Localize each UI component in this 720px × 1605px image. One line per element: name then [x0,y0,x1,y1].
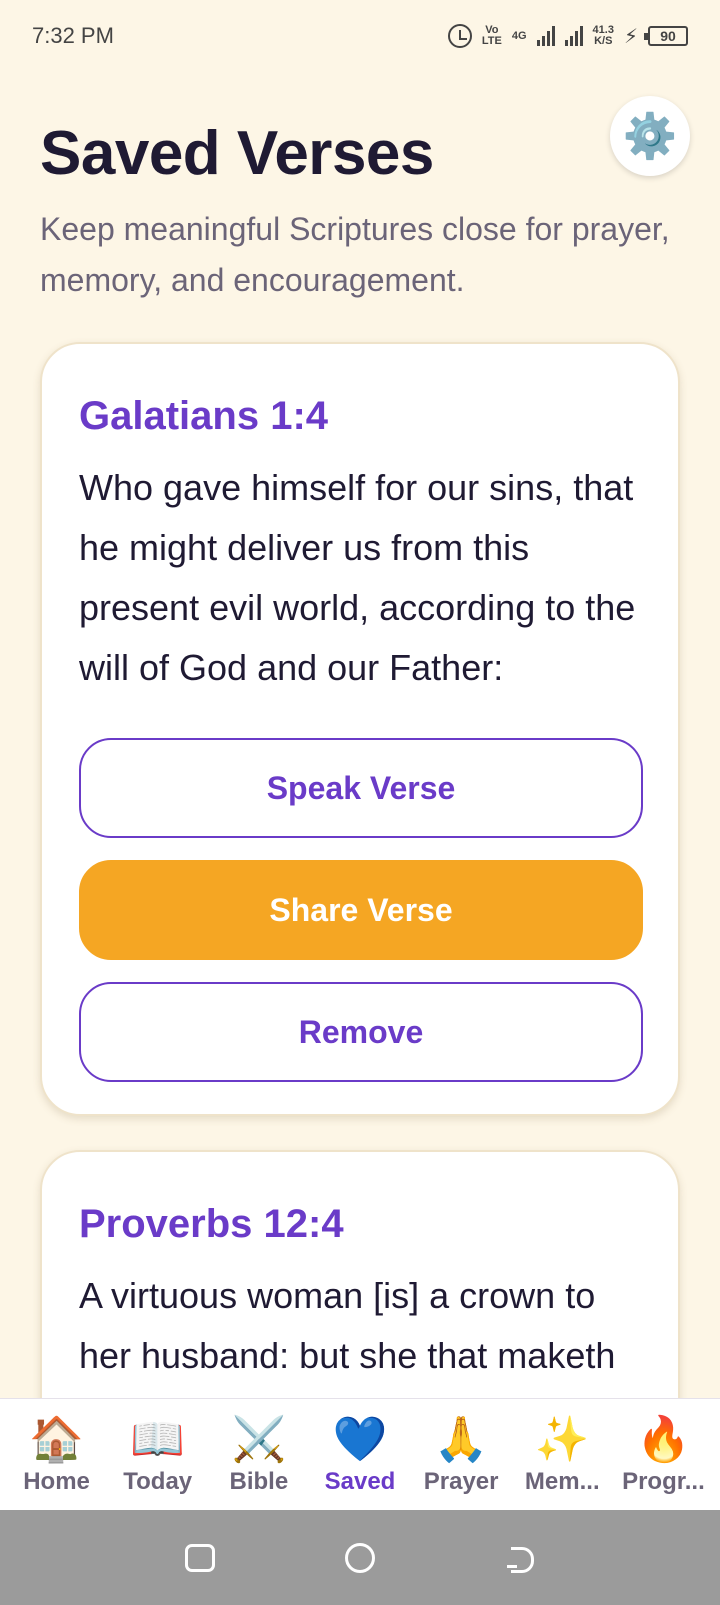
sparkles-icon: ✨ [534,1414,590,1464]
network-4g-icon: 4G [511,29,527,42]
nav-label: Mem... [524,1467,600,1495]
net-speed: 41.3 K/S [593,25,614,47]
nav-label: Bible [229,1467,289,1495]
remove-button[interactable]: Remove [79,982,643,1082]
verse-card: Galatians 1:4 Who gave himself for our s… [40,342,680,1116]
nav-label: Prayer [423,1467,499,1495]
heart-icon: 💙 [332,1414,388,1464]
nav-label: Progr... [622,1467,705,1495]
home-circle-icon[interactable] [345,1542,375,1573]
back-icon[interactable] [505,1543,535,1573]
status-icons: Vo LTE 4G 41.3 K/S ⚡ 90 [447,24,688,49]
bottom-nav: 🏠 Home 📖 Today ⚔️ Bible 💙 Saved 🙏 Prayer… [0,1398,720,1510]
battery-icon: 90 [644,26,688,46]
verse-text: A virtuous woman [is] a crown to her hus… [79,1275,616,1376]
verse-reference: Proverbs 12:4 [79,1202,344,1246]
page-subtitle: Keep meaningful Scriptures close for pra… [40,211,670,298]
verse-reference: Galatians 1:4 [79,394,329,438]
praying-hands-icon: 🙏 [433,1414,489,1464]
nav-item-memory[interactable]: ✨ Mem... [512,1414,612,1496]
nav-item-progress[interactable]: 🔥 Progr... [613,1414,713,1496]
nav-item-bible[interactable]: ⚔️ Bible [209,1414,309,1496]
signal-icon [536,26,555,46]
recents-icon[interactable] [185,1543,215,1572]
net-speed-unit: K/S [594,35,613,47]
speak-verse-button[interactable]: Speak Verse [79,738,643,838]
volte-icon: Vo LTE [481,24,502,47]
fire-icon: 🔥 [636,1414,691,1464]
nav-item-saved[interactable]: 💙 Saved [310,1414,410,1496]
alarm-icon [447,24,472,48]
nav-item-today[interactable]: 📖 Today [108,1414,208,1496]
system-nav-bar [0,1510,720,1605]
charging-icon: ⚡ [623,25,638,48]
crossed-swords-icon: ⚔️ [231,1414,287,1464]
signal-icon-2 [564,26,583,46]
nav-label: Saved [324,1467,396,1495]
book-icon: 📖 [130,1414,186,1464]
gear-icon: ⚙️ [622,112,678,161]
house-icon: 🏠 [29,1414,84,1464]
nav-item-home[interactable]: 🏠 Home [7,1414,107,1496]
status-bar: 7:32 PM Vo LTE 4G 41.3 K/S ⚡ 90 [0,0,720,72]
settings-button[interactable]: ⚙️ [610,96,690,176]
nav-label: Today [123,1467,193,1495]
nav-item-prayer[interactable]: 🙏 Prayer [411,1414,511,1496]
status-time: 7:32 PM [32,23,114,48]
verse-text: Who gave himself for our sins, that he m… [79,467,636,688]
share-verse-button[interactable]: Share Verse [79,860,643,960]
nav-label: Home [23,1467,90,1495]
page-title: Saved Verses [40,119,434,188]
